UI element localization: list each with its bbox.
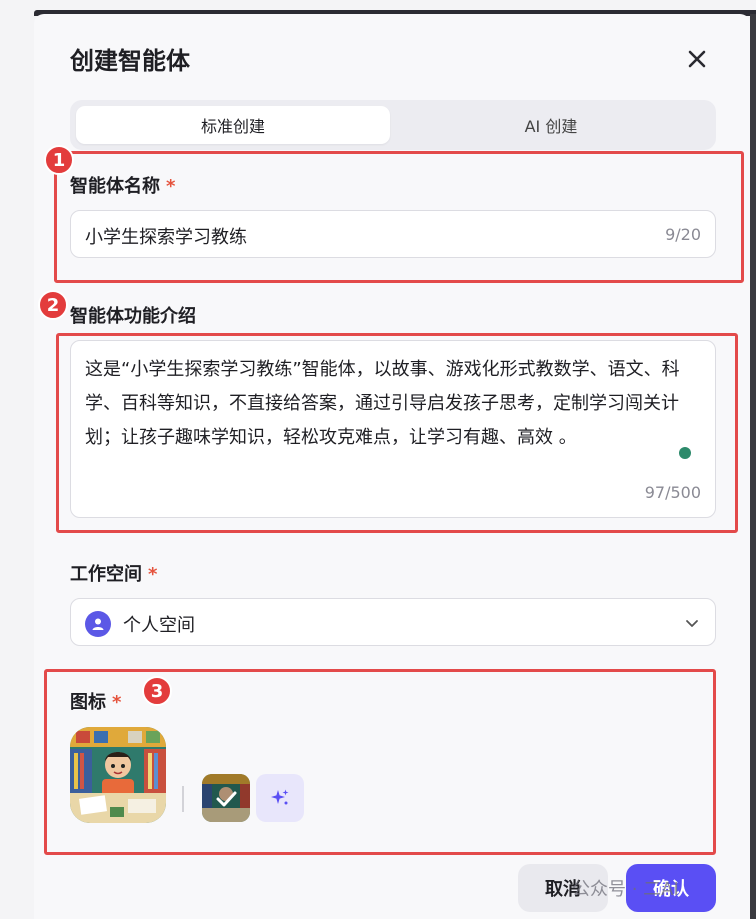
scrollbar-edge bbox=[750, 14, 756, 919]
annotation-badge-2: 2 bbox=[38, 290, 68, 320]
workspace-label-text: 工作空间 bbox=[70, 564, 142, 585]
tab-ai-create[interactable]: AI 创建 bbox=[394, 106, 708, 144]
annotation-box-2 bbox=[56, 333, 738, 533]
annotation-badge-1: 1 bbox=[44, 145, 74, 175]
required-mark: * bbox=[148, 564, 158, 585]
annotation-box-1 bbox=[54, 151, 744, 283]
tab-standard-create[interactable]: 标准创建 bbox=[76, 106, 390, 144]
workspace-select[interactable]: 个人空间 bbox=[70, 598, 716, 646]
workspace-value: 个人空间 bbox=[123, 615, 195, 636]
create-mode-tabs: 标准创建 AI 创建 bbox=[70, 100, 716, 150]
annotation-badge-3: 3 bbox=[142, 676, 172, 706]
workspace-label: 工作空间 * bbox=[70, 560, 157, 586]
dialog-title: 创建智能体 bbox=[70, 47, 190, 75]
user-avatar-icon bbox=[85, 611, 111, 637]
chevron-down-icon bbox=[686, 620, 698, 627]
watermark-text: 公众号 · 二AI bbox=[572, 879, 679, 900]
agent-description-label: 智能体功能介绍 bbox=[70, 306, 196, 327]
close-icon[interactable] bbox=[682, 44, 712, 74]
